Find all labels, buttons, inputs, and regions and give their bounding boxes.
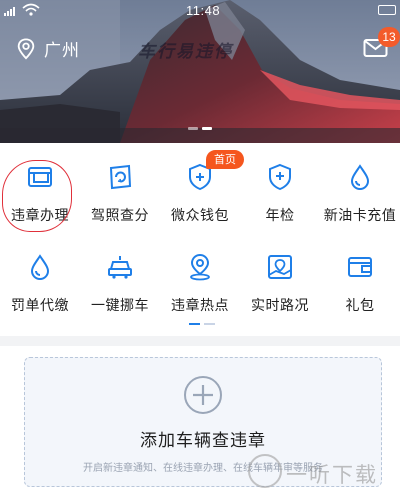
banner-pager-dots — [188, 127, 212, 130]
license-score-icon — [109, 164, 132, 190]
grid-pager-dot — [204, 323, 215, 325]
banner-dot-active — [202, 127, 212, 130]
city-selector[interactable]: 广州 — [16, 36, 80, 61]
traffic-map-icon — [268, 255, 292, 279]
grid-item-label: 一键挪车 — [91, 298, 149, 314]
gift-wallet-icon — [348, 257, 372, 277]
grid-item-label: 年检 — [265, 208, 295, 224]
grid-item-live-traffic[interactable]: 实时路况 — [240, 233, 320, 314]
city-name: 广州 — [44, 41, 80, 61]
grid-item-gift-pack[interactable]: 礼包 — [320, 233, 400, 314]
add-plus-icon[interactable] — [183, 375, 223, 415]
cell-signal-icon — [4, 7, 15, 16]
watermark-logo-icon — [248, 454, 282, 488]
grid-item-label: 违章热点 — [171, 298, 229, 314]
wifi-icon — [22, 3, 40, 16]
section-divider — [0, 336, 400, 346]
grid-pager-dot-active — [189, 323, 200, 325]
grid-item-label: 驾照查分 — [91, 208, 149, 224]
status-bar: 11:48 — [0, 0, 400, 22]
hotspot-pin-icon — [190, 253, 210, 281]
banner-dot — [188, 127, 198, 130]
home-tag-badge: 首页 — [206, 150, 244, 169]
grid-item-license-score[interactable]: 驾照查分 — [80, 143, 160, 224]
clock: 11:48 — [186, 3, 221, 18]
grid-item-label: 新油卡充值 — [323, 208, 397, 224]
watermark-text: 一听下载 — [286, 463, 378, 487]
grid-item-label: 实时路况 — [251, 298, 309, 314]
hero-banner[interactable]: 11:48 广州 车行易违停 13 — [0, 0, 400, 143]
message-count-badge: 13 — [378, 27, 400, 47]
annotation-circle — [2, 160, 72, 232]
grid-item-move-car[interactable]: 一键挪车 — [80, 233, 160, 314]
grid-item-label: 微众钱包 — [171, 208, 229, 224]
grid-pager — [189, 323, 215, 325]
location-pin-icon — [17, 37, 35, 59]
oil-drop-icon — [350, 164, 370, 190]
grid-item-oil-card[interactable]: 新油卡充值 — [320, 143, 400, 224]
grid-item-fine-payment[interactable]: 罚单代缴 — [0, 233, 80, 314]
watermark: 一听下载 — [242, 446, 400, 496]
battery-icon — [378, 5, 396, 15]
banner-slogan: 车行易违停 — [138, 42, 233, 62]
grid-item-inspection[interactable]: 年检 — [240, 143, 320, 224]
grid-item-violation-hotspot[interactable]: 违章热点 — [160, 233, 240, 314]
shield-inspection-icon — [269, 163, 291, 191]
fine-drop-icon — [30, 254, 50, 280]
grid-item-label: 礼包 — [345, 298, 375, 314]
move-car-icon — [108, 256, 132, 279]
